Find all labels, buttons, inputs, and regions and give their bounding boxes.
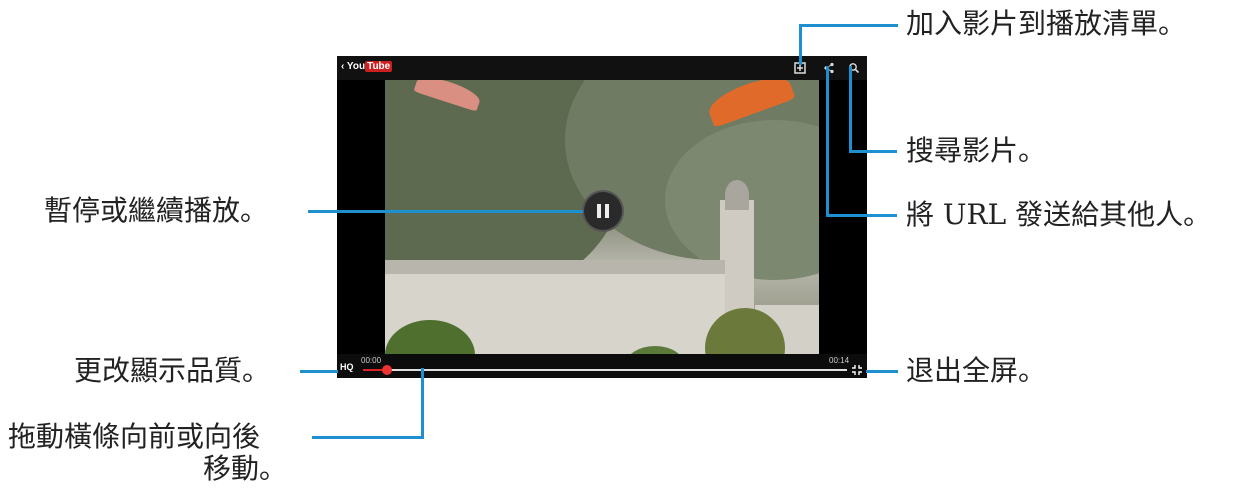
- callout-line-search: [849, 66, 852, 152]
- callout-line-playlist-h: [799, 24, 898, 27]
- callout-line-quality: [300, 370, 338, 373]
- callout-line-search-h: [849, 150, 897, 153]
- quality-button[interactable]: HQ: [340, 362, 354, 372]
- callout-share-url: 將 URL 發送給其他人。: [906, 198, 1212, 231]
- callout-line-exit: [866, 370, 898, 373]
- callout-line-playlist: [799, 25, 802, 65]
- share-icon[interactable]: [823, 62, 835, 74]
- callout-pause-resume: 暫停或繼續播放。: [44, 194, 269, 227]
- callout-search: 搜尋影片。: [906, 134, 1047, 167]
- callout-line-drag-h: [312, 436, 424, 439]
- exit-fullscreen-icon[interactable]: [851, 364, 863, 376]
- video-player: ‹ You Tube 00:00 00:14 HQ: [337, 56, 867, 378]
- callout-line-share-h: [826, 214, 897, 217]
- pause-icon-bar: [605, 204, 609, 218]
- time-total: 00:14: [829, 356, 850, 365]
- callout-line-pause: [308, 210, 583, 213]
- time-elapsed: 00:00: [361, 356, 382, 365]
- youtube-logo[interactable]: ‹ You Tube: [341, 61, 393, 72]
- progress-track[interactable]: [363, 365, 847, 375]
- callout-quality: 更改顯示品質。: [74, 354, 271, 387]
- logo-text: ‹ You: [341, 61, 366, 72]
- callout-exit-fullscreen: 退出全屏。: [906, 354, 1047, 387]
- progress-thumb[interactable]: [382, 365, 392, 375]
- callout-drag-line2: 移動。: [203, 452, 288, 485]
- bottom-bar: [337, 354, 867, 378]
- callout-line-drag: [421, 368, 424, 438]
- pause-button[interactable]: [584, 192, 622, 230]
- logo-tube: Tube: [365, 61, 393, 72]
- callout-drag-line1: 拖動橫條向前或向後: [8, 420, 261, 453]
- hotel-roof: [385, 260, 725, 274]
- callout-line-share: [826, 66, 829, 216]
- top-bar: ‹ You Tube: [337, 56, 867, 80]
- pause-icon: [597, 204, 601, 218]
- callout-add-playlist: 加入影片到播放清單。: [906, 7, 1187, 40]
- tower-dome: [725, 180, 749, 210]
